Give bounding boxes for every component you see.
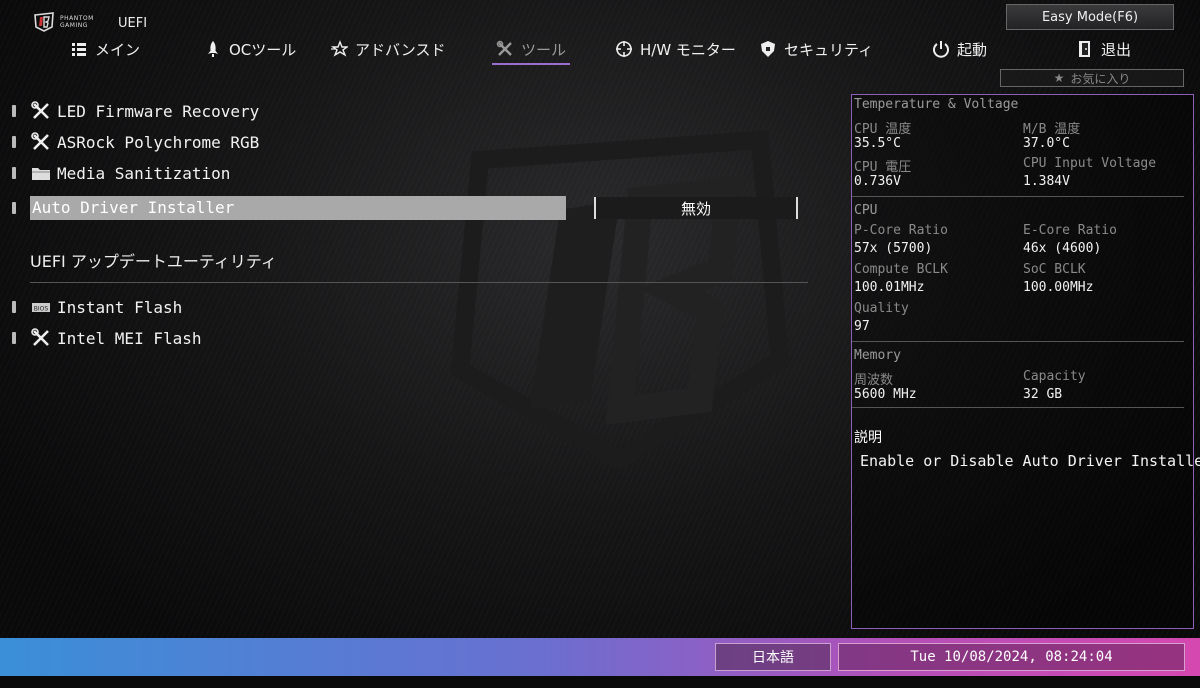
tools-icon: [31, 132, 49, 150]
description-text: Enable or Disable Auto Driver Installer: [860, 452, 1200, 470]
auto-driver-installer-value[interactable]: 無効: [594, 197, 798, 219]
menu-item-led-firmware-recovery[interactable]: LED Firmware Recovery: [12, 99, 259, 123]
bullet-marker: [12, 301, 16, 313]
tools-icon: [496, 40, 512, 56]
tab-tools[interactable]: ツール: [491, 34, 571, 65]
soc-bclk-label: SoC BCLK: [1023, 262, 1086, 277]
tab-hw-monitor[interactable]: H/W モニター: [615, 34, 736, 64]
bullet-marker: [12, 136, 16, 148]
mb-temp-label: M/B 温度: [1023, 122, 1081, 137]
memory-capacity-label: Capacity: [1023, 369, 1086, 384]
hardware-monitor-panel: Temperature & Voltage CPU 温度 35.5°C M/B …: [851, 94, 1200, 629]
menu-item-intel-mei-flash[interactable]: Intel MEI Flash: [12, 326, 202, 350]
tab-exit[interactable]: 退出: [1076, 34, 1131, 64]
section-divider: [30, 282, 808, 283]
menu-item-instant-flash[interactable]: BIOS Instant Flash: [12, 295, 182, 319]
ecore-ratio-value: 46x (4600): [1023, 241, 1102, 256]
panel-divider: [852, 407, 1184, 408]
folder-icon: [32, 168, 50, 180]
ecore-ratio-label: E-Core Ratio: [1023, 223, 1117, 238]
quality-value: 97: [854, 319, 870, 334]
background-emblem: [450, 130, 790, 471]
power-icon: [933, 41, 949, 58]
memory-section-title: Memory: [854, 348, 901, 363]
tools-icon: [31, 101, 49, 119]
star-icon: ★: [1053, 71, 1065, 85]
cpu-voltage-label: CPU 電圧: [854, 160, 912, 175]
list-icon: [72, 43, 86, 56]
compute-bclk-label: Compute BCLK: [854, 262, 948, 277]
exit-icon: [1079, 41, 1090, 57]
easy-mode-button[interactable]: Easy Mode(F6): [1006, 4, 1174, 30]
main-nav: メイン OCツール アドバンスド ツール H/W モニター セキュリティ 起動 …: [0, 34, 1200, 65]
soc-bclk-value: 100.00MHz: [1023, 280, 1094, 295]
tab-oc-tools[interactable]: OCツール: [204, 34, 296, 64]
bios-icon: BIOS: [32, 303, 50, 313]
menu-item-media-sanitization[interactable]: Media Sanitization: [12, 161, 230, 185]
memory-capacity-value: 32 GB: [1023, 387, 1063, 402]
panel-divider: [852, 341, 1184, 342]
language-button[interactable]: 日本語: [715, 643, 831, 671]
tools-icon: [31, 328, 49, 346]
favorites-button[interactable]: ★ お気に入り: [1000, 69, 1184, 87]
temperature-voltage-title: Temperature & Voltage: [854, 97, 1019, 112]
tab-advanced[interactable]: アドバンスド: [330, 34, 445, 64]
panel-divider: [852, 196, 1184, 197]
memory-frequency-value: 5600 MHz: [854, 387, 917, 402]
crosshair-icon: [616, 41, 632, 57]
datetime-display: Tue 10/08/2024, 08:24:04: [838, 643, 1185, 671]
uefi-update-utility-title: UEFI アップデートユーティリティ: [30, 252, 277, 271]
bullet-marker: [12, 332, 16, 344]
cpu-temp-label: CPU 温度: [854, 122, 912, 137]
menu-item-polychrome-rgb[interactable]: ASRock Polychrome RGB: [12, 130, 259, 154]
quality-label: Quality: [854, 301, 909, 316]
tab-boot[interactable]: 起動: [932, 34, 987, 64]
tab-main[interactable]: メイン: [70, 34, 140, 64]
pcore-ratio-label: P-Core Ratio: [854, 223, 948, 238]
svg-text:BIOS: BIOS: [34, 306, 49, 313]
cpu-voltage-value: 0.736V: [854, 174, 901, 189]
cpu-input-voltage-label: CPU Input Voltage: [1023, 156, 1157, 171]
cpu-temp-value: 35.5°C: [854, 136, 901, 151]
cpu-input-voltage-value: 1.384V: [1023, 174, 1070, 189]
description-title: 説明: [854, 430, 882, 446]
brand-text: PHANTOM GAMING: [60, 15, 94, 29]
auto-driver-installer-label: Auto Driver Installer: [32, 198, 235, 217]
brand-logo: PHANTOM GAMING: [34, 12, 94, 32]
bullet-marker: [12, 202, 16, 214]
pcore-ratio-value: 57x (5700): [854, 241, 933, 256]
rocket-icon: [208, 41, 218, 57]
uefi-label: UEFI: [118, 16, 148, 31]
compute-bclk-value: 100.01MHz: [854, 280, 925, 295]
footer-bottom-strip: [0, 676, 1200, 688]
memory-frequency-label: 周波数: [854, 373, 894, 388]
phantom-gaming-logo-icon: [34, 12, 54, 32]
mb-temp-value: 37.0°C: [1023, 136, 1070, 151]
tab-security[interactable]: セキュリティ: [759, 34, 873, 64]
star-icon: [330, 40, 348, 57]
bullet-marker: [12, 167, 16, 179]
cpu-section-title: CPU: [854, 203, 878, 218]
shield-icon: [761, 41, 775, 57]
bullet-marker: [12, 105, 16, 117]
